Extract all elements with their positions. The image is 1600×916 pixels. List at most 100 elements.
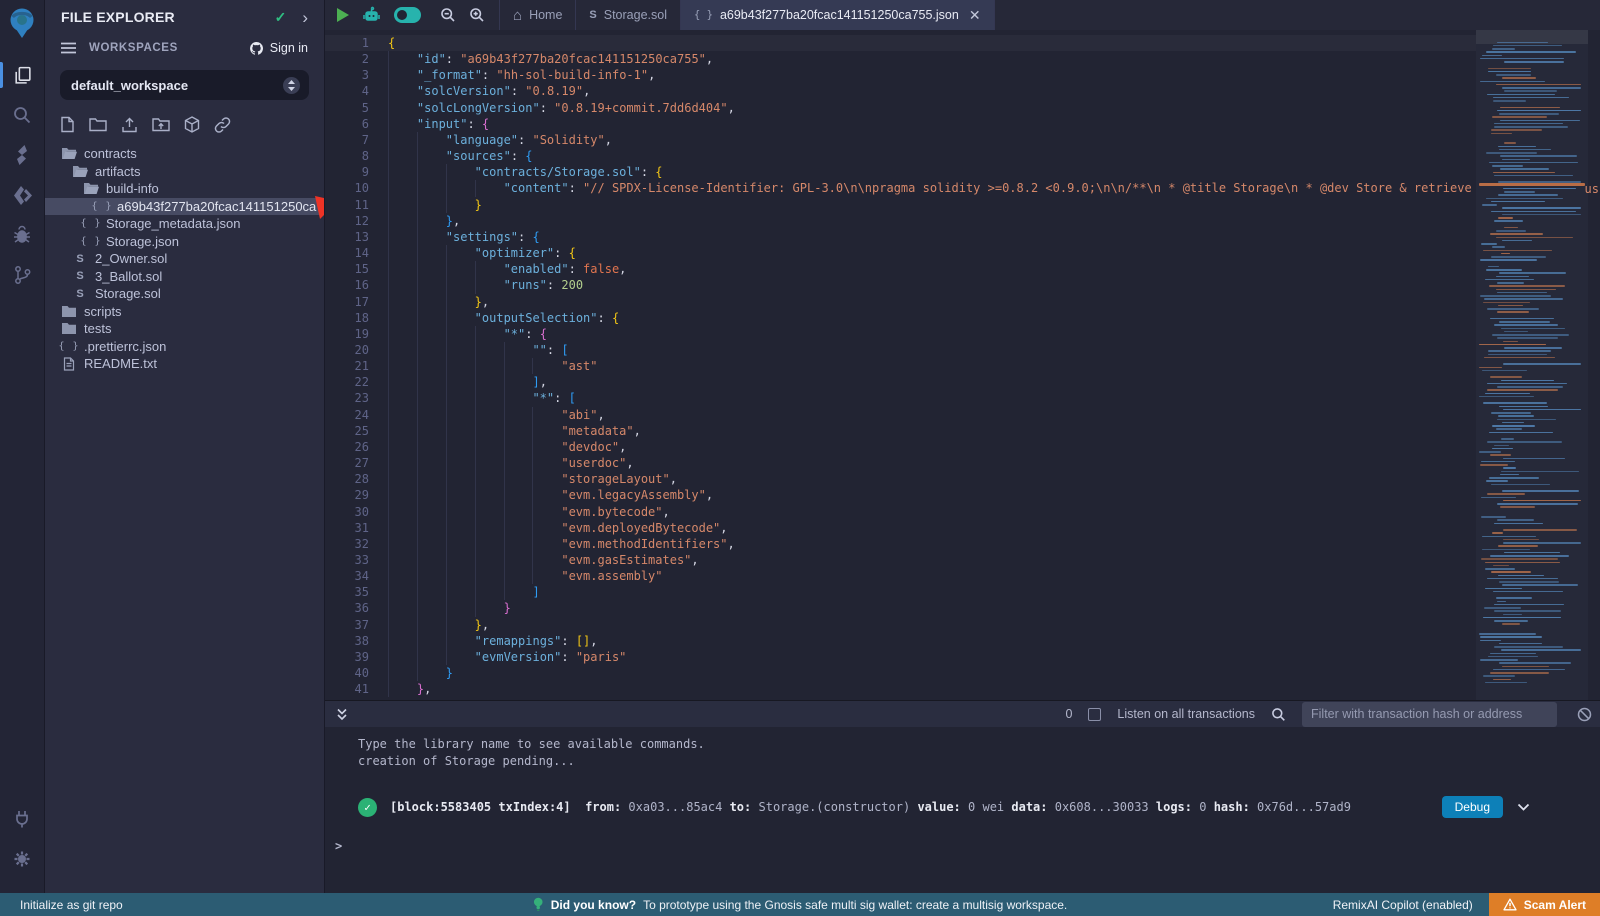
tree-item[interactable]: S3_Ballot.sol	[45, 268, 324, 286]
upload-files-icon[interactable]	[121, 117, 138, 133]
sidebar-item-search[interactable]	[0, 95, 45, 135]
code-line[interactable]: 8"sources": {	[325, 148, 1476, 164]
code-line[interactable]: 34"evm.assembly"	[325, 568, 1476, 584]
sidebar-item-settings[interactable]	[0, 839, 45, 879]
tree-item[interactable]: { }Storage_metadata.json	[45, 215, 324, 233]
workspace-select[interactable]: default_workspace	[60, 70, 309, 100]
line-number: 15	[325, 261, 369, 277]
code-line[interactable]: 6"input": {	[325, 116, 1476, 132]
tree-item[interactable]: { }a69b43f277ba20fcac141151250ca7...	[45, 198, 324, 216]
code-line[interactable]: 23"*": [	[325, 390, 1476, 406]
code-line[interactable]: 41},	[325, 681, 1476, 697]
code-line[interactable]: 13"settings": {	[325, 229, 1476, 245]
code-line[interactable]: 33"evm.gasEstimates",	[325, 552, 1476, 568]
tree-item[interactable]: { }Storage.json	[45, 233, 324, 251]
tab-build-info-json[interactable]: { } a69b43f277ba20fcac141151250ca755.jso…	[681, 0, 995, 30]
sidebar-item-git[interactable]	[0, 255, 45, 295]
code-line[interactable]: 12},	[325, 213, 1476, 229]
code-line[interactable]: 30"evm.bytecode",	[325, 504, 1476, 520]
clear-console-icon[interactable]	[1577, 707, 1592, 722]
tree-item[interactable]: tests	[45, 320, 324, 338]
tree-item[interactable]: scripts	[45, 303, 324, 321]
remix-logo-icon[interactable]	[6, 7, 38, 41]
code-line[interactable]: 24"abi",	[325, 407, 1476, 423]
code-line[interactable]: 10"content": "// SPDX-License-Identifier…	[325, 180, 1476, 196]
sidebar-item-deploy-and-run[interactable]	[0, 175, 45, 215]
code-line[interactable]: 37},	[325, 617, 1476, 633]
code-line[interactable]: 11}	[325, 197, 1476, 213]
scam-alert-badge[interactable]: Scam Alert	[1489, 893, 1600, 916]
tab-storage-sol[interactable]: S Storage.sol	[576, 0, 681, 30]
chevron-right-icon[interactable]: ›	[302, 9, 308, 26]
code-editor[interactable]: 1{2"id": "a69b43f277ba20fcac141151250ca7…	[325, 30, 1600, 700]
tab-home[interactable]: ⌂ Home	[500, 0, 576, 30]
tree-item[interactable]: { }.prettierrc.json	[45, 338, 324, 356]
sidebar-item-file-explorer[interactable]	[0, 55, 45, 95]
run-script-button[interactable]	[337, 8, 349, 22]
sign-in-button[interactable]: Sign in	[249, 41, 308, 56]
zoom-in-icon[interactable]	[469, 7, 485, 23]
code-line[interactable]: 26"devdoc",	[325, 439, 1476, 455]
expand-transaction-icon[interactable]	[1517, 803, 1530, 812]
terminal-prompt[interactable]: >	[325, 839, 1600, 853]
copilot-toggle[interactable]	[394, 7, 421, 23]
transaction-filter-input[interactable]	[1302, 702, 1557, 727]
editor-minimap[interactable]	[1476, 30, 1588, 700]
terminal-search-icon[interactable]	[1271, 707, 1286, 722]
code-line[interactable]: 9"contracts/Storage.sol": {	[325, 164, 1476, 180]
tree-item[interactable]: artifacts	[45, 163, 324, 181]
terminal-collapse-icon[interactable]	[335, 707, 349, 722]
transaction-log-row[interactable]: ✓ [block:5583405 txIndex:4] from: 0xa03.…	[325, 796, 1600, 818]
sidebar-item-plugin-manager[interactable]	[0, 799, 45, 839]
code-line[interactable]: 21"ast"	[325, 358, 1476, 374]
create-new-folder-icon[interactable]	[89, 117, 107, 132]
code-line[interactable]: 4"solcVersion": "0.8.19",	[325, 83, 1476, 99]
close-tab-icon[interactable]: ✕	[969, 8, 981, 22]
code-line[interactable]: 7"language": "Solidity",	[325, 132, 1476, 148]
tree-item[interactable]: README.txt	[45, 355, 324, 373]
terminal-body[interactable]: Type the library name to see available c…	[325, 727, 1600, 893]
code-line[interactable]: 16"runs": 200	[325, 277, 1476, 293]
remixai-robot-icon[interactable]	[362, 6, 381, 24]
workspace-name: default_workspace	[71, 78, 283, 93]
code-line[interactable]: 15"enabled": false,	[325, 261, 1476, 277]
copilot-status[interactable]: RemixAI Copilot (enabled)	[1333, 898, 1473, 912]
tree-item[interactable]: contracts	[45, 145, 324, 163]
code-line[interactable]: 35]	[325, 584, 1476, 600]
accept-check-icon[interactable]: ✓	[275, 9, 287, 26]
code-line[interactable]: 38"remappings": [],	[325, 633, 1476, 649]
code-line[interactable]: 36}	[325, 600, 1476, 616]
code-line[interactable]: 14"optimizer": {	[325, 245, 1476, 261]
code-line[interactable]: 27"userdoc",	[325, 455, 1476, 471]
code-line[interactable]: 1{	[325, 35, 1476, 51]
code-line[interactable]: 25"metadata",	[325, 423, 1476, 439]
code-line[interactable]: 5"solcLongVersion": "0.8.19+commit.7dd6d…	[325, 100, 1476, 116]
listen-transactions-checkbox[interactable]	[1088, 708, 1101, 721]
sidebar-item-solidity-compiler[interactable]	[0, 135, 45, 175]
code-line[interactable]: 29"evm.legacyAssembly",	[325, 487, 1476, 503]
zoom-out-icon[interactable]	[440, 7, 456, 23]
code-line[interactable]: 3"_format": "hh-sol-build-info-1",	[325, 67, 1476, 83]
create-new-file-icon[interactable]	[60, 116, 75, 133]
code-line[interactable]: 2"id": "a69b43f277ba20fcac141151250ca755…	[325, 51, 1476, 67]
debug-button[interactable]: Debug	[1442, 796, 1503, 818]
upload-folder-icon[interactable]	[152, 117, 170, 132]
import-ipfs-cube-icon[interactable]	[184, 116, 200, 133]
code-line[interactable]: 18"outputSelection": {	[325, 310, 1476, 326]
tree-item[interactable]: build-info	[45, 180, 324, 198]
tree-item[interactable]: SStorage.sol	[45, 285, 324, 303]
code-line[interactable]: 28"storageLayout",	[325, 471, 1476, 487]
tree-item[interactable]: S2_Owner.sol	[45, 250, 324, 268]
code-line[interactable]: 40}	[325, 665, 1476, 681]
code-line[interactable]: 31"evm.deployedBytecode",	[325, 520, 1476, 536]
code-line[interactable]: 22],	[325, 374, 1476, 390]
sidebar-item-debugger[interactable]	[0, 215, 45, 255]
code-line[interactable]: 32"evm.methodIdentifiers",	[325, 536, 1476, 552]
code-line[interactable]: 39"evmVersion": "paris"	[325, 649, 1476, 665]
hamburger-menu-icon[interactable]	[61, 42, 76, 54]
code-line[interactable]: 20"": [	[325, 342, 1476, 358]
init-git-repo-button[interactable]: Initialize as git repo	[0, 898, 123, 912]
code-line[interactable]: 19"*": {	[325, 326, 1476, 342]
code-line[interactable]: 17},	[325, 294, 1476, 310]
import-link-icon[interactable]	[214, 117, 231, 133]
